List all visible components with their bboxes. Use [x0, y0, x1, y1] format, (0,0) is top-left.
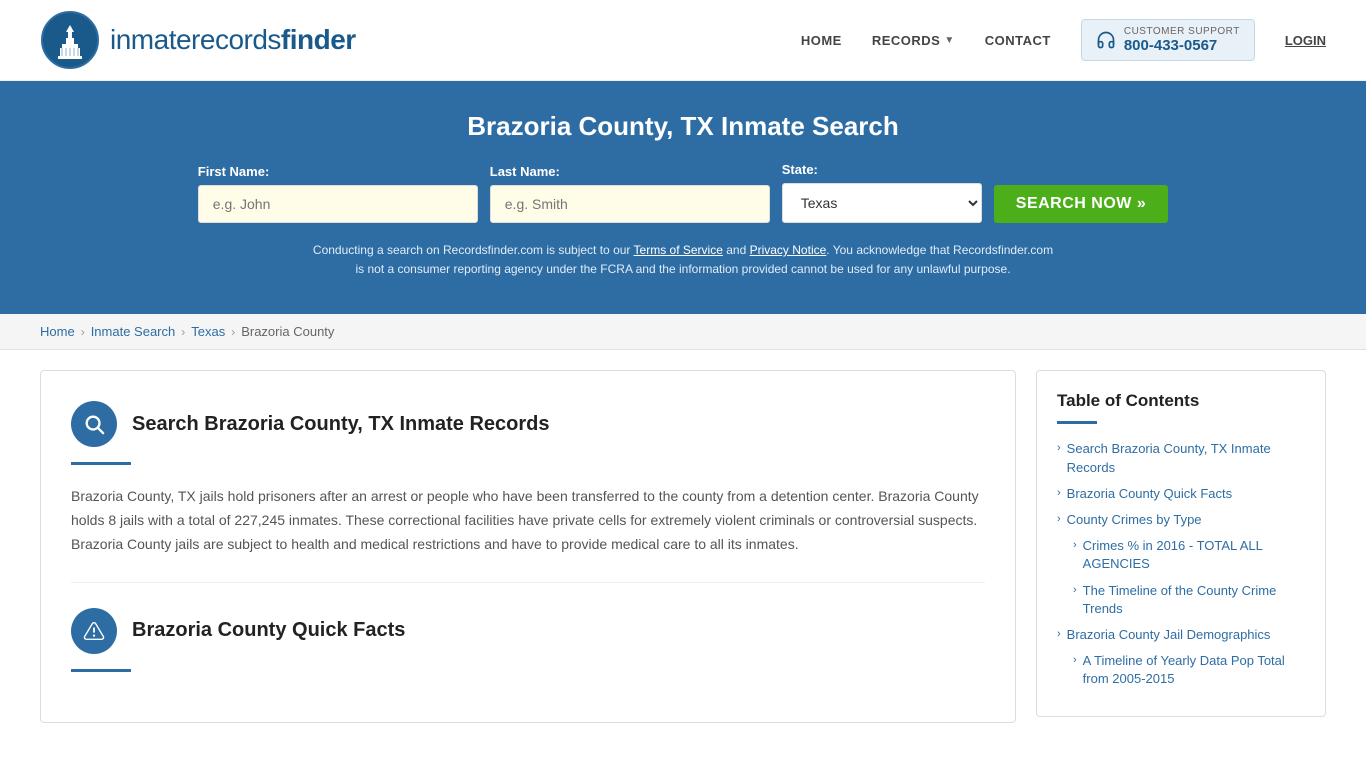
toc-item-4: › Crimes % in 2016 - TOTAL ALL AGENCIES — [1073, 537, 1305, 573]
chevron-right-icon: › — [1057, 487, 1061, 499]
breadcrumb-texas[interactable]: Texas — [191, 324, 225, 339]
content-left: Search Brazoria County, TX Inmate Record… — [40, 370, 1016, 722]
customer-support[interactable]: CUSTOMER SUPPORT 800-433-0567 — [1081, 19, 1255, 61]
search-section-icon — [71, 401, 117, 447]
chevron-right-icon: › — [1057, 513, 1061, 525]
table-of-contents: Table of Contents › Search Brazoria Coun… — [1036, 370, 1326, 717]
last-name-input[interactable] — [490, 185, 770, 223]
toc-link-2[interactable]: Brazoria County Quick Facts — [1067, 485, 1232, 503]
state-field: State: Texas Alabama Alaska Arizona Cali… — [782, 162, 982, 223]
breadcrumb: Home › Inmate Search › Texas › Brazoria … — [0, 314, 1366, 350]
chevron-right-icon: › — [1073, 584, 1077, 596]
toc-divider — [1057, 421, 1097, 424]
section1-divider — [71, 462, 131, 465]
logo-icon — [40, 10, 100, 70]
first-name-input[interactable] — [198, 185, 478, 223]
toc-list: › Search Brazoria County, TX Inmate Reco… — [1057, 440, 1305, 688]
hero-title: Brazoria County, TX Inmate Search — [40, 111, 1326, 142]
toc-item-5: › The Timeline of the County Crime Trend… — [1073, 582, 1305, 618]
search-button[interactable]: SEARCH NOW » — [994, 185, 1168, 223]
section1-header: Search Brazoria County, TX Inmate Record… — [71, 401, 985, 447]
toc-link-5[interactable]: The Timeline of the County Crime Trends — [1083, 582, 1305, 618]
toc-item-2: › Brazoria County Quick Facts — [1057, 485, 1305, 503]
toc-link-3[interactable]: County Crimes by Type — [1067, 511, 1202, 529]
toc-item-7: › A Timeline of Yearly Data Pop Total fr… — [1073, 652, 1305, 688]
section2-title: Brazoria County Quick Facts — [132, 619, 405, 642]
section-separator — [71, 582, 985, 583]
nav-records[interactable]: RECORDS ▼ — [872, 33, 955, 48]
section1-title: Search Brazoria County, TX Inmate Record… — [132, 413, 550, 436]
toc-item-6: › Brazoria County Jail Demographics — [1057, 626, 1305, 644]
section2-divider — [71, 669, 131, 672]
nav-login[interactable]: LOGIN — [1285, 33, 1326, 48]
breadcrumb-sep-3: › — [231, 325, 235, 339]
first-name-field: First Name: — [198, 164, 478, 223]
chevron-right-icon: › — [1057, 628, 1061, 640]
breadcrumb-inmate-search[interactable]: Inmate Search — [91, 324, 176, 339]
state-select[interactable]: Texas Alabama Alaska Arizona California … — [782, 183, 982, 223]
toc-item-3: › County Crimes by Type — [1057, 511, 1305, 529]
section2-header: Brazoria County Quick Facts — [71, 608, 985, 654]
last-name-field: Last Name: — [490, 164, 770, 223]
nav-contact[interactable]: CONTACT — [985, 33, 1051, 48]
main-nav: HOME RECORDS ▼ CONTACT CUSTOMER SUPPORT … — [801, 19, 1326, 61]
alert-icon — [83, 620, 105, 642]
toc-link-4[interactable]: Crimes % in 2016 - TOTAL ALL AGENCIES — [1083, 537, 1305, 573]
privacy-link[interactable]: Privacy Notice — [750, 243, 827, 257]
breadcrumb-home[interactable]: Home — [40, 324, 75, 339]
breadcrumb-sep-1: › — [81, 325, 85, 339]
logo-text: inmaterecordsfinder — [110, 24, 356, 56]
section1-body: Brazoria County, TX jails hold prisoners… — [71, 485, 985, 556]
last-name-label: Last Name: — [490, 164, 560, 179]
disclaimer-text: Conducting a search on Recordsfinder.com… — [308, 241, 1058, 279]
chevron-right-icon: › — [1073, 539, 1077, 551]
search-form: First Name: Last Name: State: Texas Alab… — [40, 162, 1326, 223]
state-label: State: — [782, 162, 818, 177]
toc-link-1[interactable]: Search Brazoria County, TX Inmate Record… — [1067, 440, 1305, 476]
terms-link[interactable]: Terms of Service — [634, 243, 723, 257]
first-name-label: First Name: — [198, 164, 270, 179]
search-icon — [83, 413, 105, 435]
facts-section-icon — [71, 608, 117, 654]
support-info: CUSTOMER SUPPORT 800-433-0567 — [1124, 26, 1240, 54]
headset-icon — [1096, 30, 1116, 50]
site-header: inmaterecordsfinder HOME RECORDS ▼ CONTA… — [0, 0, 1366, 81]
nav-home[interactable]: HOME — [801, 33, 842, 48]
chevron-right-icon: › — [1057, 442, 1061, 454]
chevron-right-icon: › — [1073, 654, 1077, 666]
toc-link-6[interactable]: Brazoria County Jail Demographics — [1067, 626, 1271, 644]
breadcrumb-sep-2: › — [181, 325, 185, 339]
toc-item-1: › Search Brazoria County, TX Inmate Reco… — [1057, 440, 1305, 476]
toc-link-7[interactable]: A Timeline of Yearly Data Pop Total from… — [1083, 652, 1305, 688]
main-content: Search Brazoria County, TX Inmate Record… — [0, 350, 1366, 742]
logo[interactable]: inmaterecordsfinder — [40, 10, 356, 70]
chevron-down-icon: ▼ — [944, 35, 954, 46]
toc-title: Table of Contents — [1057, 391, 1305, 411]
hero-section: Brazoria County, TX Inmate Search First … — [0, 81, 1366, 314]
breadcrumb-county: Brazoria County — [241, 324, 334, 339]
